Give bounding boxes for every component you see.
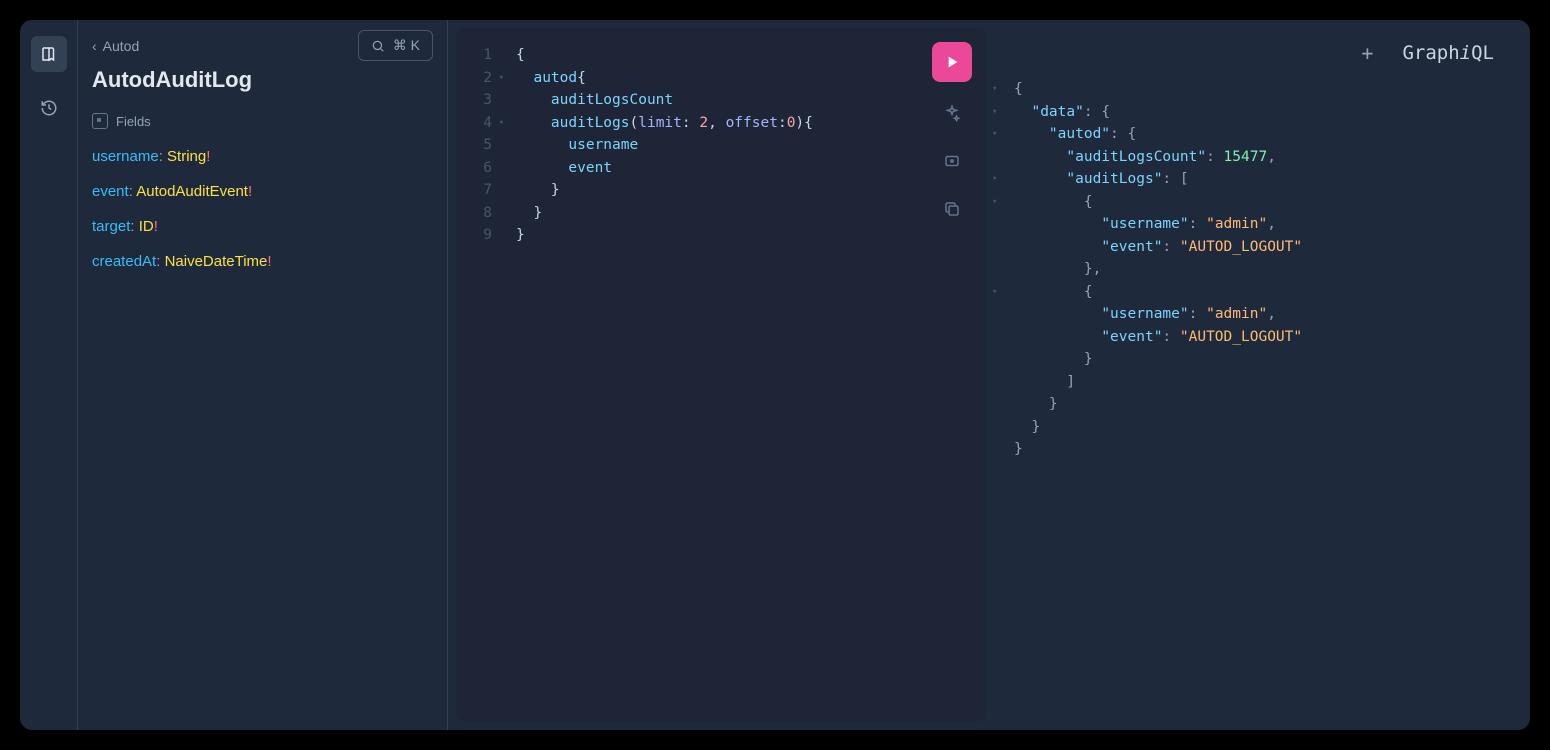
run-button[interactable]	[932, 42, 972, 82]
docs-sidebar: ‹ Autod ⌘ K AutodAuditLog Fields usernam…	[78, 20, 448, 730]
breadcrumb-back[interactable]: ‹ Autod	[92, 38, 139, 54]
editor-code: { autod{ auditLogsCount auditLogs(limit:…	[516, 44, 986, 247]
field-item[interactable]: username: String!	[92, 139, 433, 174]
fields-list: username: String!event: AutodAuditEvent!…	[78, 135, 447, 283]
prettify-button[interactable]	[935, 96, 969, 130]
result-gutter: ▾▾▾▾▾▾	[992, 78, 1010, 483]
merge-button[interactable]	[935, 144, 969, 178]
copy-icon	[943, 200, 961, 218]
editor-gutter: 123456789	[456, 44, 506, 247]
plus-icon: +	[1361, 42, 1373, 65]
search-button[interactable]: ⌘ K	[358, 30, 433, 61]
field-item[interactable]: target: ID!	[92, 209, 433, 244]
chevron-left-icon: ‹	[92, 38, 97, 54]
icon-rail	[20, 20, 78, 730]
result-pane: + GraphiQL ▾▾▾▾▾▾ { "data": { "autod": {…	[986, 28, 1522, 722]
page-title: AutodAuditLog	[78, 61, 447, 107]
search-shortcut: ⌘ K	[393, 37, 420, 54]
history-icon[interactable]	[31, 90, 67, 126]
field-item[interactable]: createdAt: NaiveDateTime!	[92, 244, 433, 279]
breadcrumb-parent: Autod	[103, 38, 140, 54]
copy-button[interactable]	[935, 192, 969, 226]
top-right-controls: + GraphiQL	[1354, 40, 1494, 66]
query-editor[interactable]: 123456789 { autod{ auditLogsCount auditL…	[456, 28, 986, 722]
search-icon	[371, 39, 385, 53]
play-icon	[944, 54, 960, 70]
fields-icon	[92, 113, 108, 129]
editor-actions	[932, 42, 972, 226]
field-item[interactable]: event: AutodAuditEvent!	[92, 174, 433, 209]
fields-section-header: Fields	[78, 107, 447, 135]
app-frame: ‹ Autod ⌘ K AutodAuditLog Fields usernam…	[20, 20, 1530, 730]
result-json: { "data": { "autod": { "auditLogsCount":…	[1014, 78, 1522, 461]
fields-label: Fields	[116, 114, 151, 129]
new-tab-button[interactable]: +	[1354, 40, 1380, 66]
merge-icon	[943, 152, 961, 170]
docs-icon[interactable]	[31, 36, 67, 72]
brand-logo: GraphiQL	[1402, 42, 1494, 65]
main-area: 123456789 { autod{ auditLogsCount auditL…	[448, 20, 1530, 730]
sparkle-icon	[943, 104, 961, 122]
